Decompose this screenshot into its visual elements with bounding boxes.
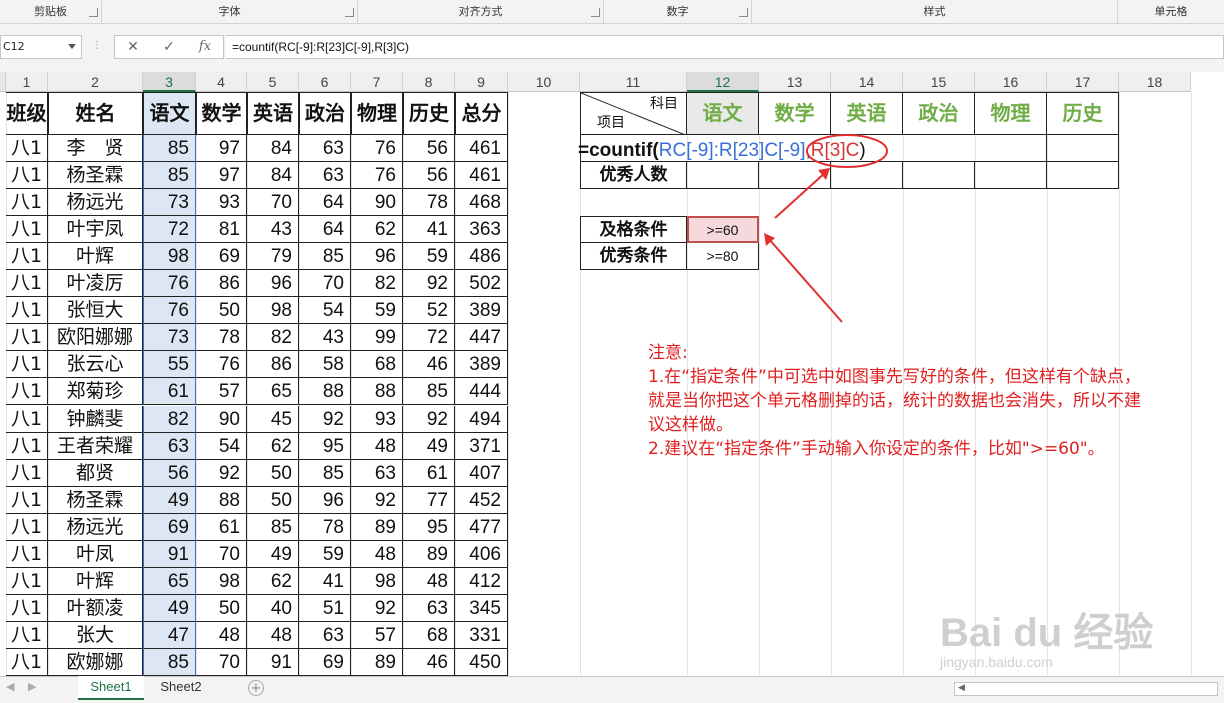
- arrow-line: [774, 171, 827, 219]
- arrow-line: [767, 237, 843, 323]
- annotation-note: 注意: 1.在“指定条件”中可选中如图事先写好的条件，但这样有个缺点， 就是当你把这…: [648, 341, 1218, 461]
- note-line: 议这样做。: [648, 415, 733, 435]
- note-line: 1.在“指定条件”中可选中如图事先写好的条件，但这样有个缺点，: [648, 367, 1141, 387]
- horizontal-scrollbar[interactable]: [954, 682, 1218, 696]
- tab-sheet2[interactable]: Sheet2: [148, 676, 214, 700]
- highlight-ellipse: [806, 134, 888, 168]
- scroll-right-icon[interactable]: ▶: [28, 680, 42, 696]
- note-line: 注意:: [648, 343, 688, 363]
- scroll-left-icon[interactable]: ◀: [6, 680, 20, 696]
- note-line: 2.建议在“指定条件”手动输入你设定的条件，比如">=60"。: [648, 439, 1105, 459]
- tab-sheet1[interactable]: Sheet1: [78, 676, 144, 700]
- watermark-url: jingyan.baidu.com: [940, 654, 1053, 670]
- note-line: 就是当你把这个单元格删掉的话，统计的数据也会消失，所以不建: [648, 391, 1141, 411]
- scroll-left-arrow-icon[interactable]: ◀: [958, 683, 968, 695]
- add-sheet-icon[interactable]: +: [248, 680, 264, 696]
- baidu-watermark: Bai du 经验 jingyan.baidu.com: [940, 600, 1210, 670]
- watermark-brand: Bai du 经验: [940, 611, 1154, 655]
